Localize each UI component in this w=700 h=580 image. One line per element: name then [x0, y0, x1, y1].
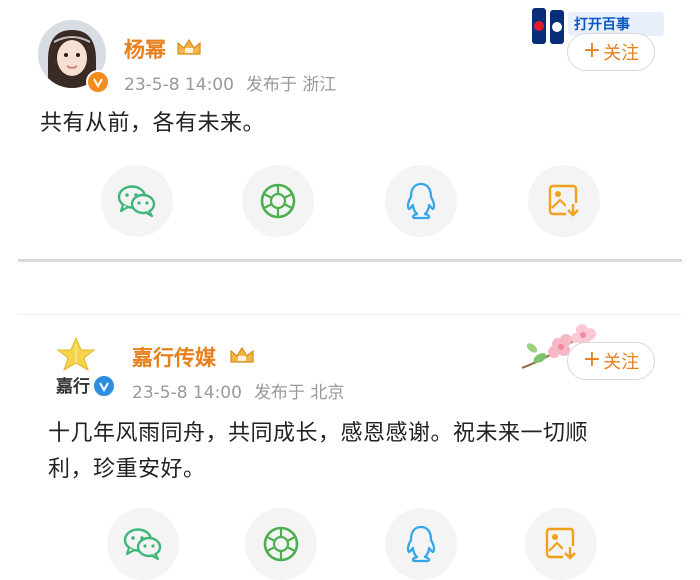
plus-icon: +: [582, 38, 602, 63]
post-location: 发布于 浙江: [245, 75, 337, 95]
share-moments-button[interactable]: [242, 165, 314, 237]
follow-button[interactable]: + 关注: [567, 342, 655, 380]
share-wechat-button[interactable]: [107, 508, 179, 580]
follow-label: 关注: [603, 43, 640, 64]
verified-badge-icon: [92, 374, 116, 398]
share-qq-button[interactable]: [385, 508, 457, 580]
verified-badge-icon: [86, 70, 110, 94]
post-time: 23-5-8 14:00: [132, 383, 242, 403]
post-meta: 23-5-8 14:00 发布于 北京: [132, 378, 344, 403]
wechat-icon: [123, 528, 162, 561]
plus-icon: +: [582, 347, 602, 372]
share-wechat-button[interactable]: [101, 165, 173, 237]
post-time: 23-5-8 14:00: [124, 75, 234, 95]
share-save-image-button[interactable]: [525, 508, 597, 580]
share-save-image-button[interactable]: [528, 165, 600, 237]
qq-icon: [406, 182, 436, 220]
wechat-icon: [117, 185, 156, 218]
author-name[interactable]: 嘉行传媒: [132, 342, 216, 372]
save-image-icon: [545, 527, 577, 560]
qq-icon: [406, 525, 436, 563]
post-content: 共有从前，各有未来。: [40, 111, 266, 136]
share-qq-button[interactable]: [385, 165, 457, 237]
author-name[interactable]: 杨幂: [124, 34, 166, 64]
share-moments-button[interactable]: [245, 508, 317, 580]
post-location: 发布于 北京: [253, 383, 345, 403]
post-content-line-1: 十几年风雨同舟，共同成长，感恩感谢。祝未来一切顺: [48, 421, 589, 446]
follow-label: 关注: [603, 352, 640, 373]
vip-crown-icon: [230, 346, 254, 363]
follow-button[interactable]: + 关注: [567, 33, 655, 71]
post-content-line-2: 利，珍重安好。: [48, 457, 206, 482]
weibo-post-1: 杨幂 23-5-8 14:00 发布于 浙江 打开百事 + 关注 共有从前，各有未…: [0, 0, 700, 255]
moments-icon: [263, 526, 299, 562]
vip-crown-icon: [177, 38, 201, 55]
post-divider: [18, 259, 682, 262]
post-meta: 23-5-8 14:00 发布于 浙江: [124, 70, 336, 95]
moments-icon: [260, 183, 296, 219]
logo-text: 嘉行: [56, 377, 90, 396]
save-image-icon: [548, 184, 580, 217]
ad-text: 打开百事: [574, 17, 630, 33]
weibo-post-2: 嘉行 嘉行传媒 23-5-8 14:00 发布于 北京 + 关注 十几年风雨同舟，…: [0, 312, 700, 580]
